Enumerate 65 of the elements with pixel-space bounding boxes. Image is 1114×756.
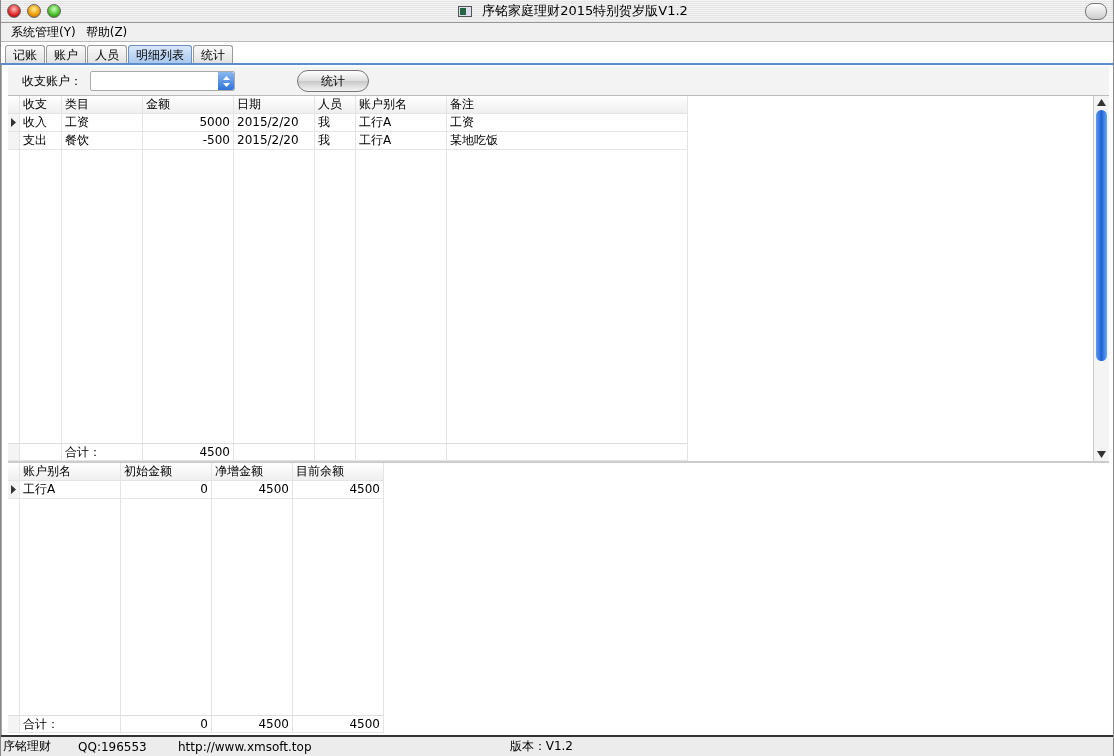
table-cell: 4500 [293,481,384,499]
column-header[interactable]: 人员 [315,96,356,114]
toolbar-toggle-button[interactable] [1085,2,1107,20]
account-label: 收支账户： [21,72,83,90]
total-label: 合计： [62,443,143,461]
column-header[interactable]: 收支 [20,96,62,114]
table-cell: 收入 [20,114,62,132]
status-text: http://www.xmsoft.top [178,739,313,754]
table-cell: -500 [143,132,234,150]
row-header[interactable] [8,481,20,499]
close-button[interactable] [7,4,21,18]
column-header[interactable]: 初始金额 [121,463,212,481]
status-text: 版本：V1.2 [509,738,574,755]
table-cell: 某地吃饭 [447,132,688,150]
table-cell: 2015/2/20 [234,114,315,132]
minimize-button[interactable] [27,4,41,18]
table-cell: 工行A [356,114,447,132]
table-cell: 工行A [20,481,121,499]
table-cell: 我 [315,132,356,150]
table-cell: 工行A [356,132,447,150]
account-dropdown[interactable] [90,71,235,91]
column-header[interactable]: 账户别名 [356,96,447,114]
scroll-up-icon[interactable] [1097,99,1106,106]
current-row-icon [11,485,16,494]
row-header[interactable] [8,114,20,132]
column-header[interactable]: 账户别名 [20,463,121,481]
column-header[interactable]: 净增金额 [212,463,293,481]
tab[interactable]: 明细列表 [128,45,192,63]
total-value: 4500 [143,443,234,461]
window-icon [458,5,473,17]
table-cell: 餐饮 [62,132,143,150]
row-header [8,96,20,114]
total-value: 4500 [293,715,384,733]
column-header[interactable]: 备注 [447,96,688,114]
tab[interactable]: 记账 [5,45,45,63]
maximize-button[interactable] [47,4,61,18]
column-header[interactable]: 类目 [62,96,143,114]
table-cell: 工资 [447,114,688,132]
current-row-icon [11,118,16,127]
table-cell: 0 [121,481,212,499]
table-cell: 4500 [212,481,293,499]
total-value: 4500 [212,715,293,733]
status-text: 序铭理财 [2,738,52,755]
tab[interactable]: 统计 [193,45,233,63]
table-cell: 5000 [143,114,234,132]
table-cell: 支出 [20,132,62,150]
table-cell: 2015/2/20 [234,132,315,150]
tab[interactable]: 人员 [87,45,127,63]
column-header[interactable]: 目前余额 [293,463,384,481]
menu-item[interactable]: 系统管理(Y) [11,23,76,41]
status-text: QQ:196553 [78,739,148,754]
tab[interactable]: 账户 [46,45,86,63]
table-cell: 我 [315,114,356,132]
column-header[interactable]: 日期 [234,96,315,114]
column-header[interactable]: 金额 [143,96,234,114]
scroll-down-icon[interactable] [1097,451,1106,458]
spinner-arrows-icon [222,75,230,87]
total-label: 合计： [20,715,121,733]
window-title: 序铭家庭理财2015特别贺岁版V1.2 [482,2,688,20]
table-cell: 工资 [62,114,143,132]
statistics-button[interactable]: 统计 [297,70,369,92]
row-header [8,463,20,481]
scrollbar[interactable] [1093,96,1109,461]
total-value: 0 [121,715,212,733]
menu-item[interactable]: 帮助(Z) [85,23,128,41]
